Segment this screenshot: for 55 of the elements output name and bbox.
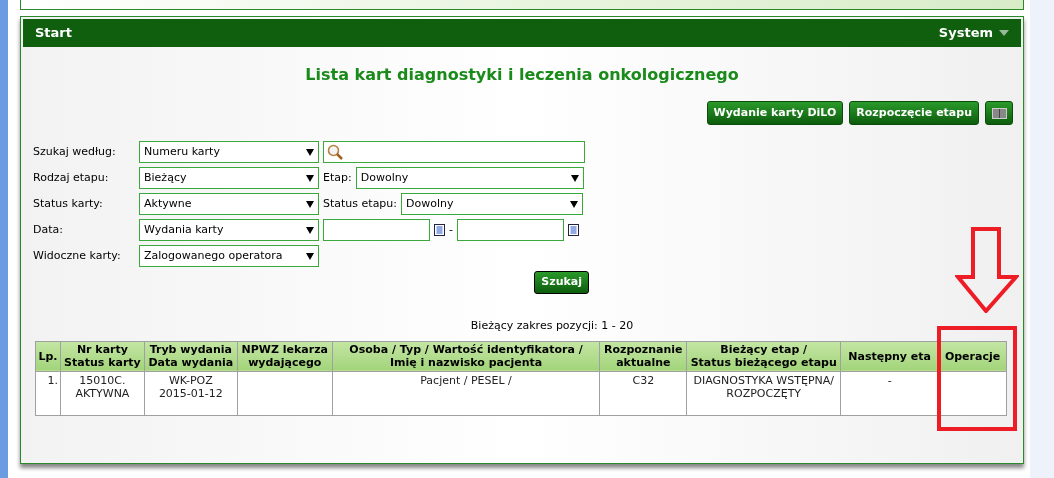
column-header: Bieżący etap / Status bieżącego etapu [686,341,841,371]
filter-label: Szukaj według: [33,143,117,160]
system-menu[interactable]: System [938,23,1009,43]
dropdown-arrow-icon [306,200,314,208]
page-title: Lista kart diagnostyki i leczenia onkologicznego [304,64,740,86]
filter-label: Widoczne karty: [33,247,122,264]
start-menu[interactable]: Start [35,23,72,43]
column-header: Osoba / Typ / Wartość identyfikatora / Imię i nazwisko pacjenta [332,341,600,371]
barcode-icon [991,107,1007,119]
dropdown[interactable]: Bieżący [139,167,319,189]
table-cell: 15010C. AKTYWNA [60,371,145,415]
calendar-icon [568,224,579,236]
calendar-icon [434,224,445,236]
column-header: Rozpoznanie aktualne [599,341,687,371]
column-header: Następny eta [840,341,939,371]
date-field[interactable] [457,219,564,241]
table-cell [938,371,1007,415]
caret-icon [999,30,1009,36]
dropdown-arrow-icon [306,148,314,156]
dropdown-arrow-icon [306,174,314,182]
search-button[interactable]: Szukaj [534,271,589,294]
dropdown[interactable]: Aktywne [139,193,319,215]
dropdown[interactable]: Dowolny [355,167,584,189]
filter-label: Data: [33,221,64,238]
dropdown-arrow-icon [306,252,314,260]
range-info: Bieżący zakres pozycji: 1 - 20 [469,318,635,334]
table-cell: DIAGNOSTYKA WSTĘPNA/ ROZPOCZĘTY [686,371,841,415]
dropdown-arrow-icon [570,200,579,208]
column-header: Nr karty Status karty [60,341,145,371]
barcode-button[interactable] [985,101,1013,125]
dropdown-arrow-icon [570,174,579,182]
table-cell: Pacjent / PESEL / [332,371,600,415]
column-header: Lp. [35,341,61,371]
dropdown[interactable]: Zalogowanego operatora [139,245,319,267]
column-header: Operacje [938,341,1007,371]
table-cell: - [840,371,939,415]
action-button[interactable]: Wydanie karty DiLO [706,101,844,125]
dropdown[interactable]: Dowolny [401,193,584,215]
dropdown[interactable]: Numeru karty [139,141,319,163]
table-cell: C32 [599,371,687,415]
table-cell: 1. [35,371,61,415]
dropdown-arrow-icon [306,226,314,234]
search-icon [327,144,343,160]
search-field[interactable] [323,141,585,163]
column-header: Tryb wydania Data wydania [144,341,238,371]
action-button[interactable]: Rozpoczęcie etapu [849,101,979,125]
dropdown[interactable]: Wydania karty [139,219,319,241]
filter-label: Rodzaj etapu: [33,169,110,186]
filter-label: Status karty: [33,195,104,212]
date-separator: - [449,221,453,238]
column-header: NPWZ lekarza wydającego [237,341,333,371]
filter-label: Status etapu: [323,195,398,212]
filter-label: Etap: [323,169,352,186]
table-cell: WK-POZ 2015-01-12 [144,371,238,415]
date-field[interactable] [323,219,430,241]
